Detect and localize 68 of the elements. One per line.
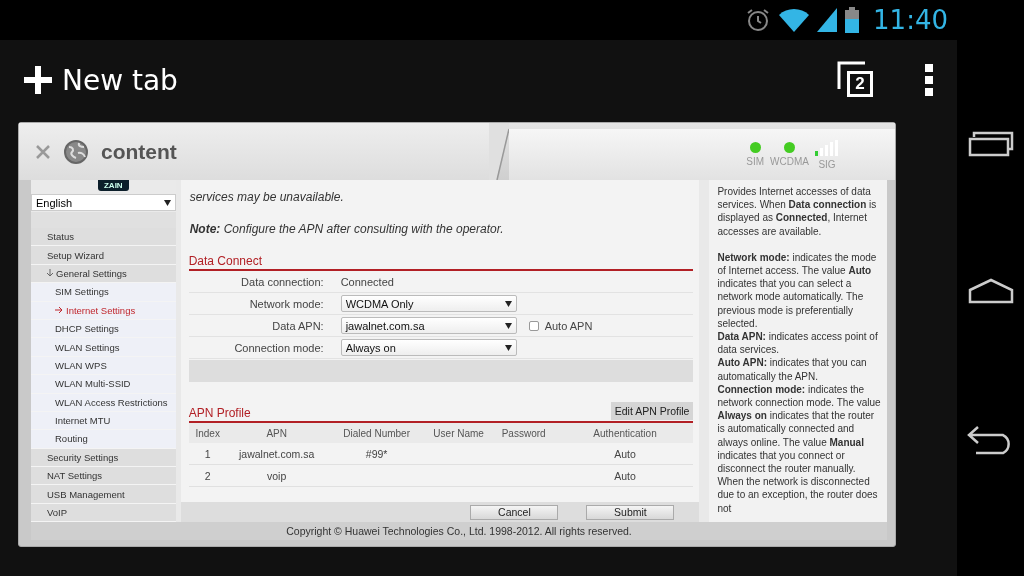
dropdown[interactable]: Always on: [340, 339, 517, 356]
section-title: APN Profile: [188, 406, 251, 420]
field-label: Data connection:: [240, 275, 325, 288]
dropdown[interactable]: jawalnet.com.sa: [340, 317, 517, 334]
dropdown[interactable]: WCDMA Only: [340, 295, 517, 312]
clock-time: 11:40: [873, 5, 948, 35]
column-header: Dialed Number: [326, 423, 427, 443]
plus-icon: [24, 66, 52, 94]
signal-icon: [817, 8, 838, 32]
sidebar-item[interactable]: Routing: [31, 430, 176, 449]
table-cell: Auto: [556, 443, 694, 465]
sidebar-item[interactable]: USB Management: [31, 485, 176, 504]
help-text: Connection mode: indicates the network connection mode. The value Always on indicates that the router is automatically connected and always online. The value Manual indicates that you connect or disconnect the router manually. When the network is disconnected due to an exception, the router does not: [717, 382, 882, 515]
dropdown-caret-icon: [504, 300, 512, 307]
column-header: Index: [188, 423, 227, 443]
globe-icon: [63, 138, 89, 165]
table-cell: #99*: [326, 443, 427, 465]
form-button[interactable]: Submit: [586, 504, 675, 520]
table-cell: 1: [188, 443, 227, 465]
new-tab-button[interactable]: New tab: [24, 63, 178, 97]
field-label: Connection mode:: [233, 341, 325, 354]
sidebar-item[interactable]: Setup Wizard: [31, 246, 176, 265]
sidebar-item[interactable]: NAT Settings: [31, 467, 176, 486]
sidebar-item[interactable]: SIM Settings: [31, 283, 176, 302]
edit-apn-profile-button[interactable]: Edit APN Profile: [610, 402, 694, 420]
dropdown-caret-icon: [163, 199, 171, 206]
sidebar-item[interactable]: WLAN Multi-SSID: [31, 375, 176, 394]
table-cell: 2: [188, 465, 227, 487]
help-text: Data APN: indicates access point of data services.: [717, 330, 879, 357]
checkbox[interactable]: [528, 320, 539, 331]
dropdown-caret-icon: [504, 322, 512, 329]
table-cell: Auto: [556, 465, 694, 487]
dropdown-caret-icon: [504, 344, 512, 351]
help-text: Network mode: indicates the mode of Internet access. The value Auto indicates that you can select a network mode automatically. The previous mode is preferentially selected.: [717, 250, 878, 331]
section-title: Data Connect: [188, 254, 263, 268]
tab-switcher-button[interactable]: 2: [837, 61, 875, 99]
recent-apps-icon[interactable]: [967, 130, 1014, 157]
indicator-label: SIM: [746, 156, 765, 167]
tab-title: content: [101, 139, 177, 164]
indicator-label: SIG: [818, 158, 836, 170]
battery-icon: [845, 7, 860, 33]
help-text: Provides Internet accesses of data services. When Data connection is displayed as Connected, Internet accesses are available.: [717, 185, 878, 238]
table-cell: voip: [226, 465, 327, 487]
home-icon[interactable]: [967, 278, 1014, 304]
copyright-text: Copyright © Huawei Technologies Co., Ltd. 1998-2012. All rights reserved.: [31, 522, 887, 541]
wifi-icon: [779, 8, 810, 32]
down-arrow-icon: [47, 269, 53, 278]
right-arrow-icon: [55, 307, 63, 314]
signal-bars-icon: [815, 139, 839, 156]
sidebar-item[interactable]: WLAN Settings: [31, 338, 176, 357]
table-cell: jawalnet.com.sa: [226, 443, 327, 465]
checkbox-label: Auto APN: [544, 319, 593, 332]
intro-text: services may be unavailable.: [188, 190, 345, 204]
help-text: Auto APN: indicates that you can automatically the APN.: [717, 356, 868, 383]
field-label: Data APN:: [271, 319, 325, 332]
column-header: Password: [490, 423, 557, 443]
column-header: Authentication: [556, 423, 694, 443]
form-button[interactable]: Cancel: [470, 504, 559, 520]
indicator-label: WCDMA: [770, 156, 809, 167]
field-label: Network mode:: [248, 297, 325, 310]
sidebar-item[interactable]: Status: [31, 228, 176, 247]
column-header: User Name: [426, 423, 491, 443]
field-value: Connected: [340, 275, 394, 288]
column-header: APN: [226, 423, 327, 443]
note-text: Note: Configure the APN after consulting with the operator.: [188, 221, 505, 236]
more-menu-icon[interactable]: [925, 64, 933, 96]
language-select[interactable]: English: [31, 194, 176, 211]
logo: ZAIN: [98, 180, 129, 191]
